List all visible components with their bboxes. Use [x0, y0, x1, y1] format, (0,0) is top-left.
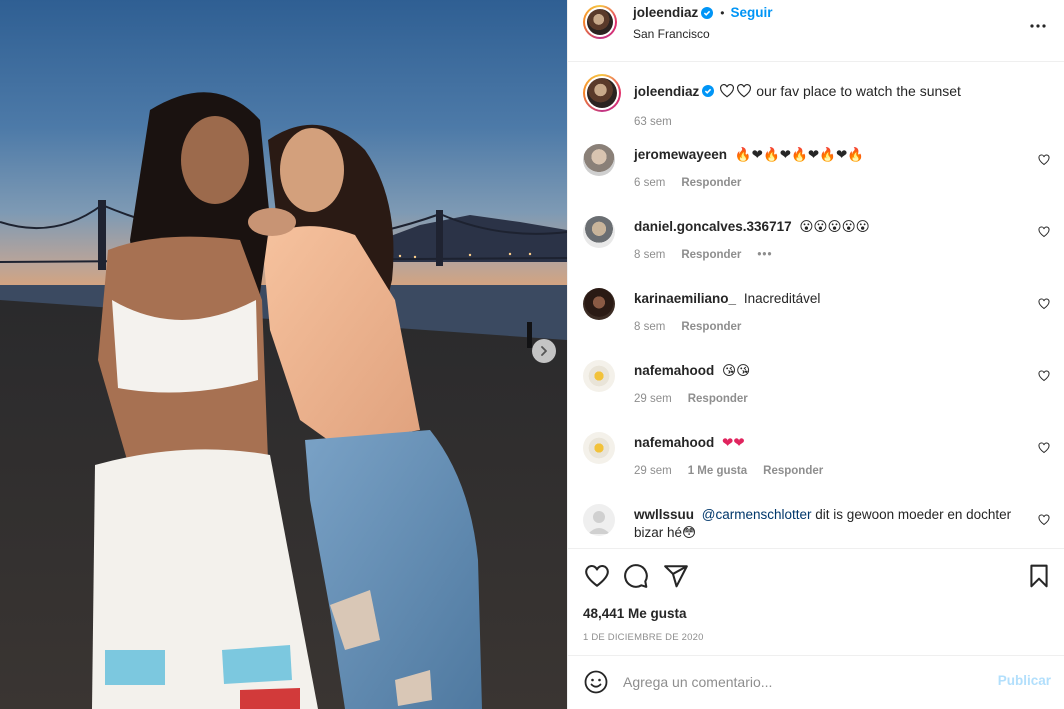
- comment-avatar[interactable]: [583, 432, 615, 464]
- instagram-post-modal: joleendiaz • Seguir San Francisco joleen…: [0, 0, 1064, 709]
- heart-outline-icon[interactable]: [1038, 154, 1050, 166]
- reply-button[interactable]: Responder: [688, 393, 748, 405]
- comment-item: nafemahood ❤❤ 29 sem 1 Me gusta Responde…: [583, 432, 1058, 492]
- verified-badge-icon: [701, 6, 714, 19]
- next-photo-button[interactable]: [532, 339, 556, 363]
- speech-bubble-icon[interactable]: [623, 563, 649, 589]
- post-header: joleendiaz • Seguir San Francisco: [568, 0, 1064, 62]
- comment-time[interactable]: 6 sem: [634, 177, 665, 189]
- default-avatar-icon: [588, 511, 610, 534]
- comment-username[interactable]: nafemahood: [634, 435, 714, 450]
- comment-text: 🔥❤🔥❤🔥❤🔥❤🔥: [734, 147, 865, 162]
- reply-button[interactable]: Responder: [681, 177, 741, 189]
- post-location[interactable]: San Francisco: [633, 27, 710, 41]
- comment-time[interactable]: 29 sem: [634, 465, 672, 477]
- comment-username[interactable]: jeromewayeen: [634, 147, 727, 162]
- separator-dot: •: [720, 5, 725, 20]
- caption-text: our fav place to watch the sunset: [756, 83, 961, 99]
- comment-avatar[interactable]: [583, 216, 615, 248]
- heart-outline-icon[interactable]: [1038, 514, 1050, 526]
- comment-username[interactable]: nafemahood: [634, 363, 714, 378]
- comment-input[interactable]: [623, 671, 983, 693]
- comment-text: 😘😘: [722, 363, 751, 378]
- heart-outline-icon: [720, 84, 735, 98]
- bookmark-icon[interactable]: [1026, 563, 1052, 589]
- reply-button[interactable]: Responder: [681, 321, 741, 333]
- comments-list[interactable]: joleendiaz our fav place to watch the su…: [568, 62, 1064, 549]
- chevron-right-icon: [541, 346, 547, 356]
- heart-outline-icon[interactable]: [1038, 370, 1050, 382]
- comment-username[interactable]: wwllssuu: [634, 507, 694, 522]
- reply-button[interactable]: Responder: [681, 249, 741, 261]
- author-avatar[interactable]: [583, 5, 617, 39]
- comment-item: jeromewayeen 🔥❤🔥❤🔥❤🔥❤🔥 6 sem Responder: [583, 144, 1058, 204]
- comment-time[interactable]: 8 sem: [634, 249, 665, 261]
- action-bar: [568, 563, 1064, 599]
- reply-button[interactable]: Responder: [763, 465, 823, 477]
- comment-likes-count[interactable]: 1 Me gusta: [688, 465, 747, 477]
- comment-time[interactable]: 8 sem: [634, 321, 665, 333]
- comment-composer: Publicar: [568, 655, 1064, 709]
- comment-text: Inacreditável: [743, 291, 821, 306]
- heart-outline-icon[interactable]: [584, 563, 610, 589]
- comment-username[interactable]: daniel.goncalves.336717: [634, 219, 792, 234]
- comment-avatar[interactable]: [583, 504, 615, 536]
- comment-username[interactable]: karinaemiliano_: [634, 291, 736, 306]
- verified-badge-icon: [702, 85, 715, 97]
- comment-item: karinaemiliano_ Inacreditável 8 sem Resp…: [583, 288, 1058, 348]
- post-photo[interactable]: [0, 0, 567, 709]
- likes-count[interactable]: 48,441 Me gusta: [583, 606, 687, 621]
- comment-text: ❤❤: [722, 435, 745, 450]
- post-date[interactable]: 1 de diciembre de 2020: [583, 632, 704, 643]
- heart-outline-icon[interactable]: [1038, 226, 1050, 238]
- comment-item: nafemahood 😘😘 29 sem Responder: [583, 360, 1058, 420]
- publish-button[interactable]: Publicar: [998, 673, 1051, 688]
- more-options-button[interactable]: [1028, 16, 1048, 36]
- comment-item: wwllssuu @carmenschlotter dit is gewoon …: [583, 504, 1058, 548]
- post-side-panel: joleendiaz • Seguir San Francisco joleen…: [567, 0, 1064, 709]
- caption-timestamp[interactable]: 63 sem: [634, 116, 672, 128]
- photo-sunset-scene: [0, 0, 567, 709]
- heart-outline-icon: [737, 84, 752, 98]
- comment-text: 😮😮😮😮😮: [799, 219, 870, 234]
- heart-outline-icon[interactable]: [1038, 442, 1050, 454]
- comment-options-button[interactable]: •••: [757, 249, 772, 261]
- comment-mention-link[interactable]: @carmenschlotter: [702, 507, 812, 522]
- comment-item: daniel.goncalves.336717 😮😮😮😮😮 8 sem Resp…: [583, 216, 1058, 276]
- comment-avatar[interactable]: [583, 288, 615, 320]
- comment-avatar[interactable]: [583, 144, 615, 176]
- paper-plane-icon[interactable]: [663, 563, 689, 589]
- comment-avatar[interactable]: [583, 360, 615, 392]
- caption-author-avatar[interactable]: [583, 74, 621, 112]
- white-hearts-emoji: [719, 84, 752, 98]
- comment-time[interactable]: 29 sem: [634, 393, 672, 405]
- more-dots-icon: [1030, 24, 1046, 28]
- author-username[interactable]: joleendiaz: [633, 5, 698, 20]
- smiley-icon[interactable]: [584, 670, 608, 694]
- caption-username[interactable]: joleendiaz: [634, 84, 699, 99]
- follow-button[interactable]: Seguir: [730, 5, 772, 20]
- heart-outline-icon[interactable]: [1038, 298, 1050, 310]
